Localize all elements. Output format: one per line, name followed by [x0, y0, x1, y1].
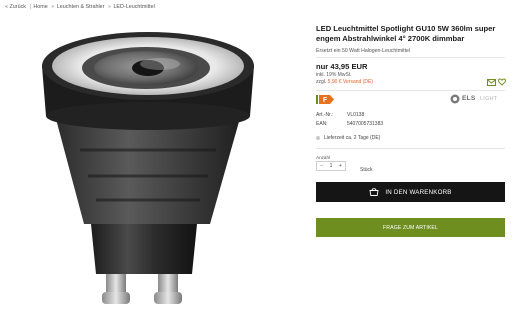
- spec-label: Art.-Nr.:: [316, 111, 334, 118]
- spec-row-ean: EAN: 5407005731383: [316, 119, 383, 128]
- delivery-time: Lieferzeit ca. 2 Tage (DE): [316, 135, 380, 141]
- heart-icon[interactable]: [498, 78, 506, 86]
- divider: [316, 90, 505, 91]
- divider: [316, 148, 505, 149]
- breadcrumb-separator: »: [51, 4, 55, 10]
- shopping-bag-icon: [369, 188, 379, 196]
- shipping-prefix: zzgl.: [316, 79, 328, 85]
- quantity-label: Anzahl: [316, 155, 331, 160]
- product-info: LED Leuchtmittel Spotlight GU10 5W 360lm…: [316, 24, 516, 54]
- product-title: LED Leuchtmittel Spotlight GU10 5W 360lm…: [316, 24, 496, 44]
- brand-suffix: LIGHT: [480, 96, 498, 102]
- quantity-stepper: − 1 +: [316, 161, 346, 171]
- brand-logo-icon: [450, 94, 460, 104]
- product-subtitle: Ersetzt ein 50 Watt Halogen-Leuchtmittel: [316, 47, 411, 54]
- ask-question-button[interactable]: FRAGE ZUM ARTIKEL: [316, 218, 505, 237]
- breadcrumb-category-link[interactable]: Leuchten & Strahler: [57, 4, 105, 10]
- energy-label-icon[interactable]: F: [316, 95, 334, 104]
- brand-name: ELS: [462, 95, 476, 102]
- shipping-note: zzgl. 5,90 € Versand (DE): [316, 79, 373, 85]
- breadcrumb-separator: »: [107, 4, 111, 10]
- breadcrumb-back-link[interactable]: « Zurück: [5, 4, 26, 10]
- quantity-increase-button[interactable]: +: [336, 163, 345, 169]
- shipping-cost-link[interactable]: 5,90 € Versand (DE): [328, 79, 373, 85]
- spec-row-article: Art.-Nr.: VL0138: [316, 110, 383, 119]
- availability-dot-icon: [316, 136, 320, 140]
- divider: [316, 57, 505, 58]
- ask-question-label: FRAGE ZUM ARTIKEL: [383, 224, 438, 231]
- breadcrumb-home-link[interactable]: Home: [33, 4, 47, 10]
- spec-label: EAN:: [316, 120, 328, 127]
- product-specs: Art.-Nr.: VL0138 EAN: 5407005731383: [316, 110, 383, 128]
- add-to-cart-button[interactable]: IN DEN WARENKORB: [316, 182, 505, 202]
- quantity-unit: Stück: [360, 167, 373, 173]
- product-image[interactable]: [28, 24, 268, 314]
- spec-value: 5407005731383: [347, 120, 384, 127]
- spec-value: VL0138: [347, 111, 365, 118]
- delivery-text: Lieferzeit ca. 2 Tage (DE): [324, 135, 381, 141]
- quantity-decrease-button[interactable]: −: [317, 163, 326, 169]
- vat-note: inkl. 19% MwSt.: [316, 72, 352, 78]
- quantity-input[interactable]: 1: [326, 163, 335, 169]
- breadcrumb-subcategory-link[interactable]: LED-Leuchtmittel: [113, 4, 154, 10]
- add-to-cart-label: IN DEN WARENKORB: [385, 188, 452, 196]
- envelope-icon[interactable]: [487, 79, 496, 86]
- energy-class-label: F: [323, 97, 328, 104]
- brand-logo: ELS LIGHT: [450, 94, 508, 105]
- breadcrumb: « Zurück | Home » Leuchten & Strahler » …: [5, 4, 156, 10]
- product-price: nur 43,95 EUR: [316, 62, 368, 71]
- breadcrumb-separator: |: [29, 4, 31, 10]
